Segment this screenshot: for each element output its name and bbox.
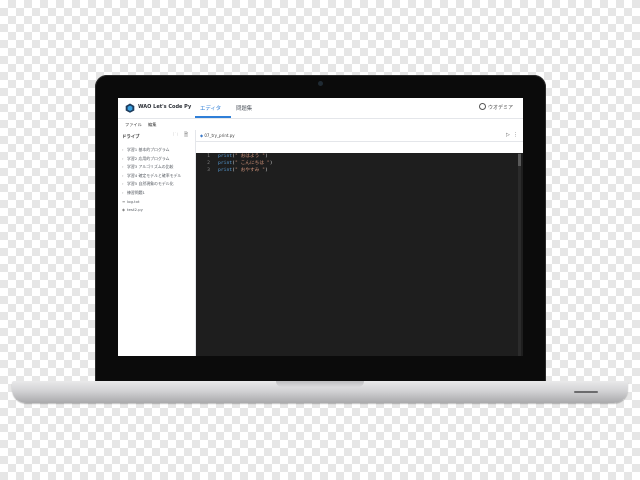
app-title: WAO Let's Code Py — [138, 104, 192, 110]
code-line: 2 print(" こんにちは ") — [207, 161, 273, 167]
tree-folder-6[interactable]: › 練習問題1 — [122, 189, 194, 198]
laptop-screen: WAO Let's Code Py エディタ 問題集 ウオデミア ファイル 編集… — [118, 98, 523, 356]
camera-icon — [318, 81, 323, 86]
new-folder-icon[interactable]: 🗀 — [173, 133, 178, 138]
file-tree: › 学習1 基本的プログラム › 学習2 応用的プログラム › 学習3 アルゴリズムの… — [122, 146, 194, 215]
editor-actions: ▷ ⋮ — [506, 132, 518, 138]
new-file-icon[interactable]: 🗎 — [184, 133, 189, 138]
status-light — [574, 391, 598, 393]
editor-tab-bar: ◆ 07_try_print.py ▷ ⋮ — [196, 130, 523, 142]
code-line: 3 print(" おやすみ ") — [207, 168, 268, 174]
app-header: WAO Let's Code Py エディタ 問題集 ウオデミア — [118, 98, 523, 119]
editor-tab[interactable]: ◆ 07_try_print.py — [200, 133, 235, 138]
tree-file-log[interactable]: ≡ log.txt — [122, 198, 194, 207]
menu-edit[interactable]: 編集 — [148, 122, 156, 128]
code-editor[interactable]: 1 print(" おはよう ") 2 print(" こんにちは ") 3 prin… — [196, 153, 523, 356]
tree-file-test2[interactable]: ◆ test2.py — [122, 206, 194, 215]
run-icon[interactable]: ▷ — [506, 132, 510, 138]
trackpad-notch — [276, 381, 364, 387]
user-menu[interactable]: ウオデミア — [478, 103, 513, 111]
user-name: ウオデミア — [487, 105, 513, 111]
tab-editor[interactable]: エディタ — [200, 104, 221, 112]
tree-folder-1[interactable]: › 学習1 基本的プログラム — [122, 146, 194, 155]
more-icon[interactable]: ⋮ — [513, 132, 518, 138]
tab-problems[interactable]: 問題集 — [236, 104, 252, 112]
laptop-base — [12, 381, 628, 403]
editor-scrollbar-thumb[interactable] — [518, 154, 521, 166]
active-tab-indicator — [195, 116, 231, 118]
code-line: 1 print(" おはよう ") — [207, 154, 268, 159]
tree-folder-2[interactable]: › 学習2 応用的プログラム — [122, 155, 194, 164]
app-logo-icon — [125, 103, 135, 113]
editor-scrollbar[interactable] — [518, 153, 521, 356]
menu-file[interactable]: ファイル — [125, 122, 142, 128]
sidebar-heading: ドライブ — [122, 135, 140, 140]
user-icon — [478, 103, 486, 110]
menu-bar: ファイル 編集 — [118, 119, 523, 129]
file-sidebar: ドライブ 🗀 🗎 › 学習1 基本的プログラム › 学習2 応用的プログラム › 学習… — [118, 130, 196, 356]
breadcrumb: 学習1 基本的プログラム › ◆ 07_try_print.py — [196, 142, 523, 158]
tree-folder-5[interactable]: › 学習5 自然現象のモデル化 — [122, 180, 194, 189]
tree-folder-3[interactable]: › 学習3 アルゴリズムの比較 — [122, 163, 194, 172]
tree-folder-4[interactable]: › 学習4 確定モデルと確率モデル — [122, 172, 194, 181]
